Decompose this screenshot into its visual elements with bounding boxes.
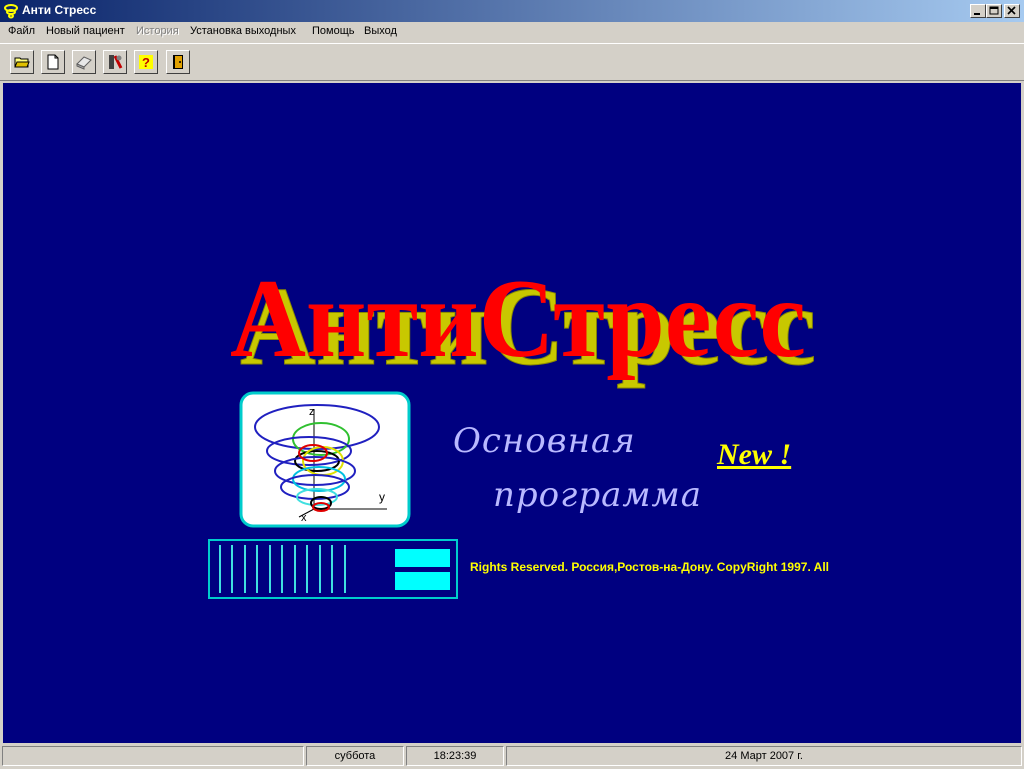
loading-indicator	[208, 539, 458, 599]
z-axis-label: z	[309, 406, 315, 418]
open-button[interactable]	[10, 50, 34, 74]
settings-tools-icon	[109, 55, 123, 69]
new-document-icon	[47, 54, 59, 70]
new-badge: New !	[717, 438, 792, 471]
help-button[interactable]: ?	[134, 50, 158, 74]
menu-new-patient[interactable]: Новый пациент	[46, 25, 125, 37]
status-date: 24 Март 2007 г.	[506, 746, 1022, 766]
exit-button[interactable]	[166, 50, 190, 74]
antistress-logo: АнтиСтресс АнтиСтресс	[230, 257, 817, 390]
new-button[interactable]	[41, 50, 65, 74]
eraser-icon	[76, 56, 92, 70]
open-folder-icon	[14, 57, 30, 68]
maximize-button[interactable]	[986, 4, 1002, 18]
spiral-diagram: z y x	[239, 391, 411, 528]
subtitle-line1: Основная	[453, 421, 636, 461]
close-icon	[1007, 6, 1016, 15]
splash-area: АнтиСтресс АнтиСтресс z y x Основная про…	[3, 83, 1021, 743]
svg-text:?: ?	[142, 55, 150, 70]
y-axis-label: y	[379, 490, 385, 504]
status-time: 18:23:39	[406, 746, 504, 766]
status-bar: суббота 18:23:39 24 Март 2007 г.	[0, 744, 1024, 769]
menu-holidays-setup[interactable]: Установка выходных	[190, 25, 296, 37]
help-icon: ?	[139, 55, 153, 70]
maximize-icon	[989, 6, 999, 15]
erase-button[interactable]	[72, 50, 96, 74]
subtitle-line2: программа	[493, 475, 702, 515]
minimize-icon	[974, 13, 980, 15]
x-axis-label: x	[301, 512, 307, 524]
settings-button[interactable]	[103, 50, 127, 74]
title-bar: Анти Стресс	[0, 0, 1024, 22]
exit-door-icon	[173, 55, 183, 69]
minimize-button[interactable]	[970, 4, 986, 18]
copyright-text: Rights Reserved. Россия,Ростов-на-Дону. …	[470, 560, 829, 574]
menu-help[interactable]: Помощь	[312, 25, 355, 37]
toolbar: ?	[0, 43, 1024, 81]
menu-exit[interactable]: Выход	[364, 25, 397, 37]
close-button[interactable]	[1004, 4, 1020, 18]
menu-bar: Файл Новый пациент История Установка вых…	[0, 22, 1024, 41]
app-icon	[4, 4, 18, 19]
menu-file[interactable]: Файл	[8, 25, 35, 37]
status-panel-empty	[2, 746, 304, 766]
svg-text:АнтиСтресс: АнтиСтресс	[230, 257, 806, 381]
status-day: суббота	[306, 746, 404, 766]
menu-history[interactable]: История	[136, 25, 179, 37]
window-title: Анти Стресс	[22, 3, 97, 17]
